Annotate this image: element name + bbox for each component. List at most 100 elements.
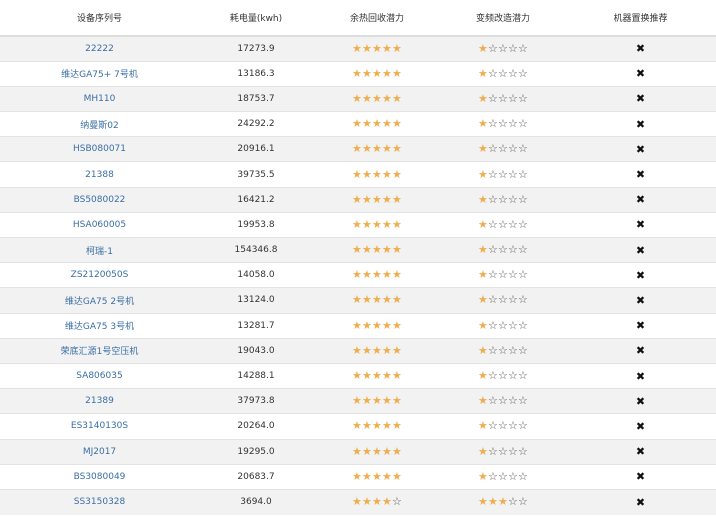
star-empty-icon: ☆ <box>518 369 529 383</box>
device-serial-link[interactable]: 21389 <box>85 396 114 406</box>
table-header: 设备序列号 耗电量(kwh) 余热回收潜力 变频改造潜力 机器置换推荐 <box>0 0 716 37</box>
device-serial-link[interactable]: ES3140130S <box>71 421 128 431</box>
star-filled-icon: ★ <box>382 268 393 282</box>
star-filled-icon: ★ <box>478 243 489 257</box>
device-serial-link[interactable]: HSA060005 <box>73 220 126 230</box>
cross-icon: ✖ <box>635 319 646 333</box>
cell-power: 19953.8 <box>199 211 313 238</box>
star-filled-icon: ★ <box>362 444 373 458</box>
heat-recovery-rating: ★★★★★ <box>352 43 402 54</box>
star-empty-icon: ☆ <box>488 41 499 55</box>
star-filled-icon: ★ <box>382 217 393 231</box>
device-serial-link[interactable]: 维达GA75 3号机 <box>65 322 134 332</box>
header-replace: 机器置换推荐 <box>565 0 716 37</box>
star-filled-icon: ★ <box>372 41 383 55</box>
device-serial-link[interactable]: 纳曼斯02 <box>80 121 118 131</box>
star-filled-icon: ★ <box>478 495 489 509</box>
cross-icon: ✖ <box>635 142 646 156</box>
cell-power: 13124.0 <box>199 287 313 314</box>
star-empty-icon: ☆ <box>518 217 529 231</box>
device-serial-link[interactable]: 维达GA75 2号机 <box>65 297 134 307</box>
star-filled-icon: ★ <box>362 343 373 357</box>
heat-recovery-rating: ★★★★★ <box>352 68 402 79</box>
cell-heat-recovery: ★★★★★ <box>313 362 441 389</box>
device-serial-link[interactable]: 维达GA75+ 7号机 <box>61 70 138 80</box>
cell-vfd-retrofit: ★☆☆☆☆ <box>441 85 565 112</box>
star-empty-icon: ☆ <box>508 192 519 206</box>
star-empty-icon: ☆ <box>518 192 529 206</box>
star-empty-icon: ☆ <box>518 41 529 55</box>
cross-icon: ✖ <box>635 470 646 484</box>
star-empty-icon: ☆ <box>518 469 529 483</box>
star-filled-icon: ★ <box>478 167 489 181</box>
cross-icon: ✖ <box>635 92 646 106</box>
cell-replace: ✖ <box>565 488 716 515</box>
star-empty-icon: ☆ <box>498 192 509 206</box>
table-row: HSB080071 20916.1 ★★★★★ ★☆☆☆☆ ✖ <box>0 136 716 162</box>
star-empty-icon: ☆ <box>508 394 519 408</box>
cell-vfd-retrofit: ★☆☆☆☆ <box>441 60 565 87</box>
star-empty-icon: ☆ <box>498 268 509 282</box>
table-row: 维达GA75 3号机 13281.7 ★★★★★ ★☆☆☆☆ ✖ <box>0 312 716 339</box>
heat-recovery-rating: ★★★★★ <box>352 118 402 129</box>
star-filled-icon: ★ <box>352 192 363 206</box>
star-filled-icon: ★ <box>352 293 363 307</box>
device-table: 设备序列号 耗电量(kwh) 余热回收潜力 变频改造潜力 机器置换推荐 2222… <box>0 0 716 515</box>
cell-replace: ✖ <box>565 186 716 213</box>
cell-serial: 21388 <box>0 161 199 188</box>
cell-vfd-retrofit: ★☆☆☆☆ <box>441 388 565 414</box>
cell-heat-recovery: ★★★★★ <box>313 136 441 162</box>
vfd-retrofit-rating: ★☆☆☆☆ <box>478 244 528 255</box>
device-serial-link[interactable]: MJ2017 <box>83 447 116 457</box>
device-serial-link[interactable]: SA806035 <box>76 371 122 381</box>
star-filled-icon: ★ <box>392 192 403 206</box>
star-empty-icon: ☆ <box>488 66 499 80</box>
device-serial-link[interactable]: BS3080049 <box>74 472 126 482</box>
cell-power: 39735.5 <box>199 161 313 188</box>
device-serial-link[interactable]: 21388 <box>85 170 114 180</box>
star-filled-icon: ★ <box>382 66 393 80</box>
cell-power: 20916.1 <box>199 136 313 162</box>
device-serial-link[interactable]: ZS2120050S <box>71 270 129 280</box>
vfd-retrofit-rating: ★☆☆☆☆ <box>478 43 528 54</box>
device-serial-link[interactable]: HSB080071 <box>73 144 126 154</box>
star-filled-icon: ★ <box>372 293 383 307</box>
star-empty-icon: ☆ <box>508 142 519 156</box>
star-empty-icon: ☆ <box>498 142 509 156</box>
star-filled-icon: ★ <box>362 192 373 206</box>
star-filled-icon: ★ <box>382 243 393 257</box>
cell-serial: SA806035 <box>0 362 199 389</box>
vfd-retrofit-rating: ★☆☆☆☆ <box>478 169 528 180</box>
star-empty-icon: ☆ <box>392 495 403 509</box>
star-filled-icon: ★ <box>372 243 383 257</box>
cell-vfd-retrofit: ★☆☆☆☆ <box>441 287 565 314</box>
star-empty-icon: ☆ <box>498 444 509 458</box>
star-filled-icon: ★ <box>392 117 403 131</box>
cell-power: 19043.0 <box>199 337 313 364</box>
cell-serial: HSA060005 <box>0 211 199 238</box>
cell-vfd-retrofit: ★☆☆☆☆ <box>441 186 565 213</box>
device-serial-link[interactable]: BS5080022 <box>74 195 126 205</box>
vfd-retrofit-rating: ★☆☆☆☆ <box>478 345 528 356</box>
device-serial-link[interactable]: SS3150328 <box>74 497 126 507</box>
header-row: 设备序列号 耗电量(kwh) 余热回收潜力 变频改造潜力 机器置换推荐 <box>0 0 716 37</box>
vfd-retrofit-rating: ★☆☆☆☆ <box>478 420 528 431</box>
star-filled-icon: ★ <box>392 217 403 231</box>
heat-recovery-rating: ★★★★★ <box>352 446 402 457</box>
device-serial-link[interactable]: MH110 <box>84 94 116 104</box>
cell-power: 154346.8 <box>199 236 313 263</box>
star-filled-icon: ★ <box>382 394 393 408</box>
star-empty-icon: ☆ <box>518 268 529 282</box>
device-serial-link[interactable]: 柯瑞-1 <box>86 247 113 257</box>
device-serial-link[interactable]: 22222 <box>85 44 114 54</box>
star-empty-icon: ☆ <box>518 91 529 105</box>
star-filled-icon: ★ <box>382 192 393 206</box>
star-empty-icon: ☆ <box>488 268 499 282</box>
star-filled-icon: ★ <box>392 66 403 80</box>
star-filled-icon: ★ <box>352 41 363 55</box>
star-empty-icon: ☆ <box>488 142 499 156</box>
cell-vfd-retrofit: ★☆☆☆☆ <box>441 211 565 238</box>
device-serial-link[interactable]: 荣底汇源1号空压机 <box>61 347 139 357</box>
vfd-retrofit-rating: ★☆☆☆☆ <box>478 446 528 457</box>
cross-icon: ✖ <box>635 394 646 408</box>
